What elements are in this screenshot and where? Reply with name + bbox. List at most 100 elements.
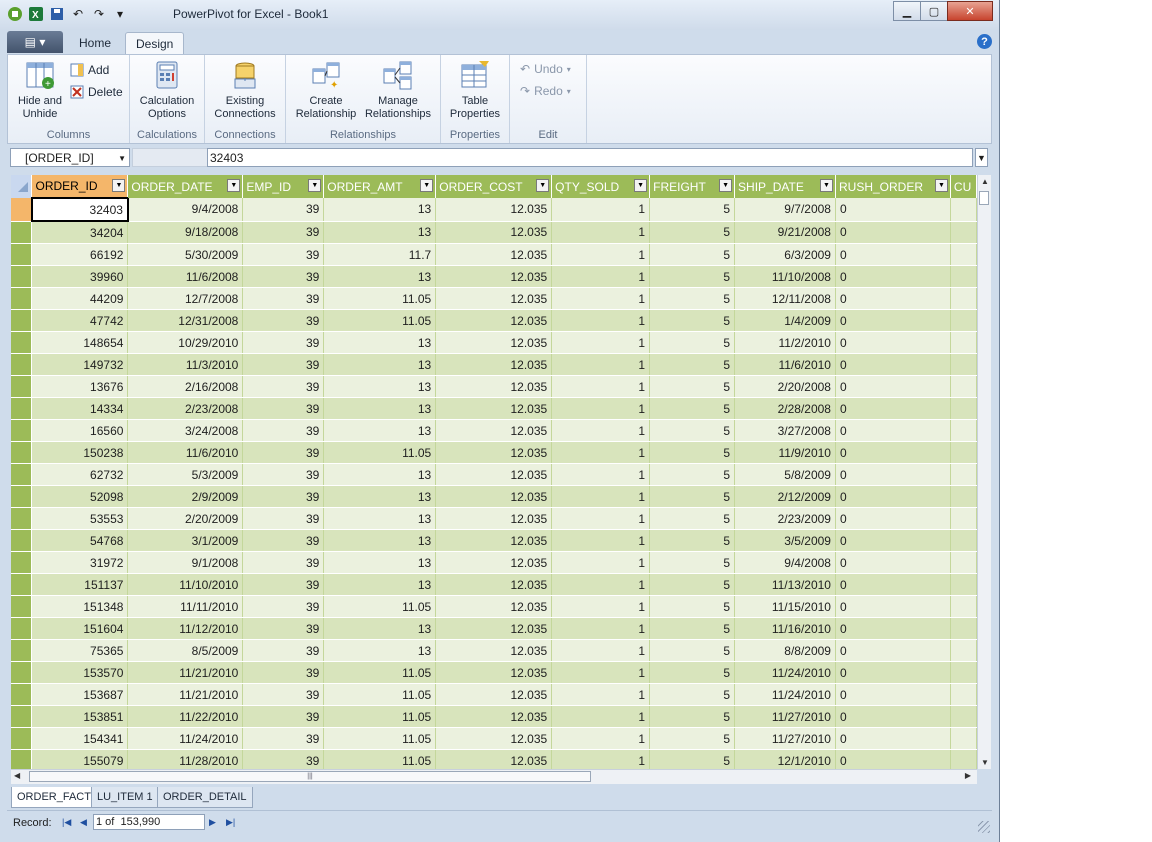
row-selector[interactable] bbox=[11, 221, 33, 244]
last-record-icon[interactable]: ▶| bbox=[226, 817, 235, 828]
table-cell[interactable]: 13 bbox=[323, 617, 437, 640]
table-cell[interactable]: 0 bbox=[835, 309, 951, 332]
table-cell[interactable]: 151137 bbox=[31, 573, 129, 596]
table-cell[interactable]: 0 bbox=[835, 485, 951, 508]
row-selector[interactable] bbox=[11, 485, 33, 508]
table-cell[interactable]: 5/3/2009 bbox=[127, 463, 244, 486]
row-selector[interactable] bbox=[11, 463, 33, 486]
table-cell[interactable]: 1 bbox=[551, 441, 651, 464]
table-cell-empty[interactable] bbox=[950, 639, 977, 662]
powerpivot-icon[interactable] bbox=[6, 5, 24, 23]
table-cell[interactable]: 11/28/2010 bbox=[127, 749, 244, 769]
table-cell[interactable]: 5 bbox=[649, 397, 736, 420]
table-cell[interactable]: 13 bbox=[323, 485, 437, 508]
scroll-right-icon[interactable]: ▶ bbox=[965, 771, 971, 780]
table-cell[interactable]: 9/7/2008 bbox=[734, 198, 836, 222]
table-cell[interactable]: 11/15/2010 bbox=[734, 595, 836, 618]
table-cell[interactable]: 11.7 bbox=[323, 243, 437, 266]
table-cell[interactable]: 9/18/2008 bbox=[127, 221, 244, 244]
table-cell[interactable]: 39 bbox=[242, 397, 325, 420]
row-selector[interactable] bbox=[11, 265, 33, 288]
table-cell[interactable]: 13 bbox=[323, 507, 437, 530]
table-cell[interactable]: 0 bbox=[835, 463, 951, 486]
table-cell[interactable]: 5 bbox=[649, 639, 736, 662]
table-cell[interactable]: 1 bbox=[551, 265, 651, 288]
table-cell[interactable]: 11/16/2010 bbox=[734, 617, 836, 640]
maximize-button[interactable]: ▢ bbox=[920, 1, 948, 21]
table-cell[interactable]: 13 bbox=[323, 639, 437, 662]
table-cell[interactable]: 8/8/2009 bbox=[734, 639, 836, 662]
table-cell[interactable]: 39 bbox=[242, 639, 325, 662]
select-all-corner[interactable] bbox=[11, 175, 33, 198]
table-cell[interactable]: 2/28/2008 bbox=[734, 397, 836, 420]
table-cell[interactable]: 44209 bbox=[31, 287, 129, 310]
row-selector[interactable] bbox=[11, 419, 33, 442]
table-cell-empty[interactable] bbox=[950, 221, 977, 244]
table-cell[interactable]: 2/16/2008 bbox=[127, 375, 244, 398]
table-cell[interactable]: 11/11/2010 bbox=[127, 595, 244, 618]
table-cell[interactable]: 1 bbox=[551, 507, 651, 530]
column-header-emp-id[interactable]: EMP_ID ▼ bbox=[242, 175, 325, 198]
filter-dropdown-icon[interactable]: ▼ bbox=[308, 179, 322, 192]
table-cell[interactable]: 11/27/2010 bbox=[734, 727, 836, 750]
vertical-scrollbar[interactable]: ▲ ▼ bbox=[977, 175, 991, 769]
help-icon[interactable]: ? bbox=[977, 34, 992, 49]
table-cell[interactable]: 12.035 bbox=[435, 595, 553, 618]
table-cell[interactable]: 153687 bbox=[31, 683, 129, 706]
table-cell[interactable]: 11.05 bbox=[323, 287, 437, 310]
row-selector[interactable] bbox=[11, 551, 33, 574]
table-cell[interactable]: 5 bbox=[649, 595, 736, 618]
resize-grip-icon[interactable] bbox=[978, 821, 990, 833]
row-selector[interactable] bbox=[11, 198, 33, 222]
table-cell[interactable]: 12.035 bbox=[435, 441, 553, 464]
table-cell[interactable]: 39 bbox=[242, 617, 325, 640]
save-icon[interactable] bbox=[48, 5, 66, 23]
existing-connections-button[interactable]: Existing Connections bbox=[211, 59, 279, 121]
table-cell[interactable]: 0 bbox=[835, 419, 951, 442]
table-cell[interactable]: 12.035 bbox=[435, 353, 553, 376]
table-cell[interactable]: 1 bbox=[551, 485, 651, 508]
table-cell[interactable]: 11.05 bbox=[323, 595, 437, 618]
table-cell[interactable]: 0 bbox=[835, 243, 951, 266]
table-cell[interactable]: 0 bbox=[835, 639, 951, 662]
table-cell[interactable]: 1 bbox=[551, 661, 651, 684]
table-cell[interactable]: 52098 bbox=[31, 485, 129, 508]
row-selector[interactable] bbox=[11, 661, 33, 684]
table-cell[interactable]: 11.05 bbox=[323, 683, 437, 706]
table-cell[interactable]: 0 bbox=[835, 198, 951, 222]
table-cell[interactable]: 1 bbox=[551, 309, 651, 332]
table-cell[interactable]: 13 bbox=[323, 353, 437, 376]
table-cell[interactable]: 9/4/2008 bbox=[734, 551, 836, 574]
table-cell[interactable]: 12.035 bbox=[435, 198, 553, 222]
table-cell[interactable]: 11/27/2010 bbox=[734, 705, 836, 728]
table-cell[interactable]: 0 bbox=[835, 375, 951, 398]
column-header-order-id[interactable]: ORDER_ID ▼ bbox=[31, 175, 129, 198]
table-cell[interactable]: 0 bbox=[835, 331, 951, 354]
table-cell[interactable]: 11.05 bbox=[323, 727, 437, 750]
table-cell[interactable]: 12.035 bbox=[435, 265, 553, 288]
table-cell-empty[interactable] bbox=[950, 529, 977, 552]
table-cell[interactable]: 2/20/2009 bbox=[127, 507, 244, 530]
table-cell[interactable]: 62732 bbox=[31, 463, 129, 486]
table-cell[interactable]: 1 bbox=[551, 331, 651, 354]
table-cell[interactable]: 11.05 bbox=[323, 309, 437, 332]
table-cell-empty[interactable] bbox=[950, 463, 977, 486]
table-cell[interactable]: 1 bbox=[551, 727, 651, 750]
table-cell[interactable]: 155079 bbox=[31, 749, 129, 769]
column-header-ship-date[interactable]: SHIP_DATE ▼ bbox=[734, 175, 836, 198]
table-cell[interactable]: 11/13/2010 bbox=[734, 573, 836, 596]
table-cell[interactable]: 47742 bbox=[31, 309, 129, 332]
manage-relationships-button[interactable]: Manage Relationships bbox=[362, 59, 434, 121]
row-selector[interactable] bbox=[11, 529, 33, 552]
table-cell[interactable]: 11/21/2010 bbox=[127, 683, 244, 706]
create-relationship-button[interactable]: ✦ Create Relationship bbox=[292, 59, 360, 121]
next-record-icon[interactable]: ▶ bbox=[209, 817, 216, 828]
first-record-icon[interactable]: |◀ bbox=[62, 817, 71, 828]
table-cell[interactable]: 53553 bbox=[31, 507, 129, 530]
table-cell-empty[interactable] bbox=[950, 705, 977, 728]
table-cell[interactable]: 1 bbox=[551, 639, 651, 662]
table-cell-empty[interactable] bbox=[950, 595, 977, 618]
table-cell[interactable]: 12.035 bbox=[435, 309, 553, 332]
row-selector[interactable] bbox=[11, 375, 33, 398]
table-cell[interactable]: 39 bbox=[242, 331, 325, 354]
